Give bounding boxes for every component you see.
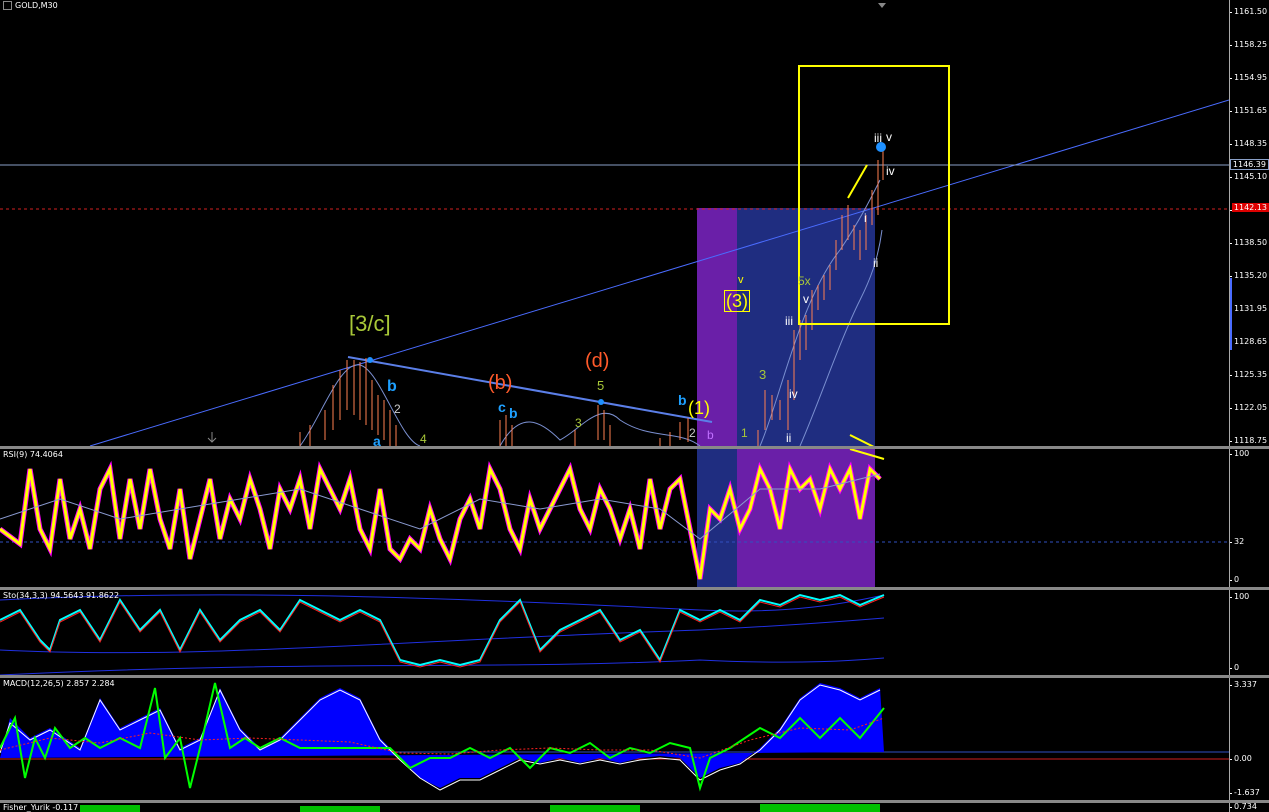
label-v-top: v <box>886 130 892 144</box>
trend-line-lower <box>347 356 713 423</box>
red-price-label: 1142.13 <box>1231 203 1269 212</box>
label-3c: [3/c] <box>349 311 391 336</box>
label-iii: iii <box>785 314 793 328</box>
fisher-axis: 0.734 <box>1229 803 1269 812</box>
label-b4: b <box>707 428 714 442</box>
price-axis[interactable]: 1161.50 1158.25 1154.95 1151.65 1148.35 … <box>1229 0 1269 446</box>
label-b2: b <box>509 405 518 421</box>
rsi-pane[interactable]: RSI(9) 74.4064 <box>0 449 1229 587</box>
label-ii-top: ii <box>873 256 879 270</box>
price-tick: 1125.35 <box>1230 370 1268 379</box>
fisher-svg <box>80 804 880 812</box>
label-b-paren: (b) <box>488 372 513 394</box>
trend-line-upper <box>89 99 1229 446</box>
macd-tick: -1.637 <box>1230 788 1260 797</box>
macd-tick: 3.337 <box>1230 680 1257 689</box>
pivot-marker-3c <box>367 357 373 363</box>
label-a: a <box>373 433 381 446</box>
price-tick: 1151.65 <box>1230 106 1268 115</box>
fisher-title: Fisher_Yurik -0.117 <box>3 803 79 812</box>
price-tick: 1158.25 <box>1230 40 1268 49</box>
price-tick: 1135.20 <box>1230 271 1268 280</box>
label-ii: ii <box>786 431 792 445</box>
label-iii-top: iii <box>874 131 882 145</box>
price-tick: 1122.05 <box>1230 403 1268 412</box>
label-iv-top: iv <box>886 164 895 178</box>
rsi-svg <box>0 449 1229 587</box>
down-arrow-icon <box>207 432 217 443</box>
label-5x: 5x <box>798 274 811 288</box>
macd-svg <box>0 682 1229 792</box>
label-2b: 2 <box>689 426 696 440</box>
stochastic-axis: 100 0 <box>1229 590 1269 675</box>
price-tick: 1161.50 <box>1230 7 1268 16</box>
fisher-pane[interactable]: Fisher_Yurik -0.117 <box>0 803 1229 812</box>
price-tick: 1148.35 <box>1230 139 1268 148</box>
label-5: 5 <box>597 378 605 393</box>
macd-tick: 0.00 <box>1230 754 1252 763</box>
macd-title: MACD(12,26,5) 2.857 2.284 <box>3 679 115 688</box>
stoch-tick: 0 <box>1230 663 1240 672</box>
label-3-paren: (3) <box>724 290 750 312</box>
label-b1: b <box>387 378 397 395</box>
fisher-tick: 0.734 <box>1230 803 1257 811</box>
wave-marker-line <box>847 164 868 199</box>
label-v: v <box>803 292 809 306</box>
label-3: 3 <box>575 416 582 430</box>
symbol-title: GOLD,M30 <box>3 1 58 10</box>
label-v-small: v <box>738 274 744 286</box>
label-c: c <box>498 399 506 415</box>
scroll-indicator[interactable] <box>1230 278 1232 350</box>
stochastic-title: Sto(34,3,3) 94.5643 91.8622 <box>3 591 120 600</box>
pivot-marker-d <box>598 399 604 405</box>
price-tick: 1128.65 <box>1230 337 1268 346</box>
label-2: 2 <box>394 402 401 416</box>
price-chart-svg <box>0 3 1229 446</box>
price-chart-pane[interactable]: GOLD,M30 [3/c] (b) (d) (1) (3) b c b b b… <box>0 0 1229 446</box>
macd-axis: 3.337 0.00 -1.637 <box>1229 678 1269 800</box>
label-i-top: i <box>864 211 867 225</box>
price-tick: 1154.95 <box>1230 73 1268 82</box>
shift-marker-icon[interactable] <box>878 3 886 8</box>
stochastic-svg <box>0 593 885 675</box>
stoch-tick: 100 <box>1230 592 1250 601</box>
price-tick: 1131.95 <box>1230 304 1268 313</box>
label-1-paren: (1) <box>688 398 710 418</box>
rsi-title: RSI(9) 74.4064 <box>3 450 63 459</box>
rsi-tick: 100 <box>1230 449 1250 458</box>
label-3b: 3 <box>759 367 767 382</box>
stochastic-pane[interactable]: Sto(34,3,3) 94.5643 91.8622 <box>0 590 1229 675</box>
price-tick: 1145.10 <box>1230 172 1268 181</box>
price-tick: 1138.50 <box>1230 238 1268 247</box>
rsi-tick: 0 <box>1230 575 1240 584</box>
current-price-label: 1146.39 <box>1230 159 1269 170</box>
label-d-paren: (d) <box>585 350 610 372</box>
label-iv: iv <box>789 387 798 401</box>
label-b3: b <box>678 392 687 408</box>
label-4: 4 <box>420 432 427 446</box>
price-tick: 1118.75 <box>1230 436 1268 445</box>
chart-icon <box>3 1 12 10</box>
label-1-small: 1 <box>741 426 748 440</box>
macd-pane[interactable]: MACD(12,26,5) 2.857 2.284 <box>0 678 1229 800</box>
rsi-axis: 100 32 0 <box>1229 449 1269 587</box>
rsi-tick: 32 <box>1230 537 1245 546</box>
